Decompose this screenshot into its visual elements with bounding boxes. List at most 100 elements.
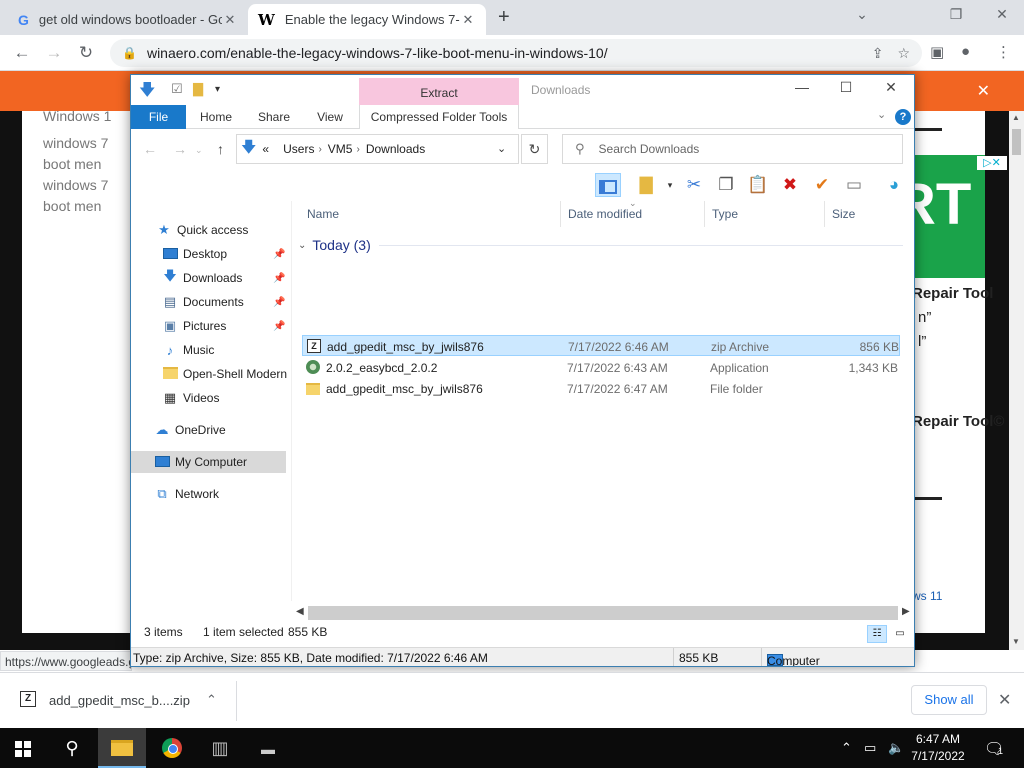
pin-icon[interactable]: 📌 (273, 297, 285, 308)
side-panel-icon[interactable]: ▣ (930, 43, 944, 61)
recent-locations-icon[interactable]: ⌄ (195, 145, 203, 156)
breadcrumb-separator-icon[interactable]: › (356, 144, 359, 155)
new-folder-dropdown-icon[interactable]: ▾ (657, 173, 683, 197)
delete-icon[interactable]: ✖ (777, 173, 803, 197)
scroll-left-icon[interactable]: ◀ (296, 606, 304, 617)
group-header-today[interactable]: ⌄ Today (3) (298, 237, 903, 253)
new-tab-button[interactable]: + (498, 6, 510, 29)
chevron-up-icon[interactable]: ⌃ (841, 740, 852, 756)
sidebar-item-open-shell[interactable]: Open-Shell Modern (131, 363, 291, 385)
taskbar-file-explorer[interactable] (98, 728, 146, 768)
new-folder-icon[interactable]: ▇ (193, 81, 203, 97)
system-clock[interactable]: 6:47 AM 7/17/2022 (900, 731, 976, 765)
search-input[interactable] (598, 142, 879, 156)
scroll-down-icon[interactable]: ▼ (1012, 637, 1020, 646)
scrollbar-thumb[interactable] (308, 606, 898, 620)
file-row[interactable]: Z add_gpedit_msc_by_jwils876 7/17/2022 6… (302, 335, 900, 356)
network-icon[interactable]: ▭ (864, 740, 876, 756)
taskbar-chrome[interactable] (148, 728, 196, 768)
sidebar-item-music[interactable]: ♪ Music (131, 339, 291, 361)
close-tab-icon[interactable]: ✕ (222, 12, 238, 28)
minimize-icon[interactable]: — (782, 79, 822, 95)
column-separator[interactable] (704, 201, 705, 227)
tab-file[interactable]: File (131, 105, 186, 129)
sidebar-item-videos[interactable]: ▦ Videos (131, 387, 291, 409)
column-separator[interactable] (560, 201, 561, 227)
cut-icon[interactable]: ✂ (681, 173, 707, 197)
expand-ribbon-icon[interactable]: ⌄ (877, 108, 886, 121)
taskbar-app[interactable]: ▥ (196, 728, 244, 768)
sidebar-item-documents[interactable]: ▤ Documents 📌 (131, 291, 291, 313)
breadcrumb-downloads[interactable]: Downloads (366, 142, 425, 156)
share-icon[interactable]: ⇪ (872, 45, 884, 62)
column-header-type[interactable]: Type (712, 207, 738, 221)
file-row[interactable]: 2.0.2_easybcd_2.0.2 7/17/2022 6:43 AM Ap… (302, 357, 900, 378)
tab-home[interactable]: Home (193, 105, 239, 129)
file-row[interactable]: add_gpedit_msc_by_jwils876 7/17/2022 6:4… (302, 378, 900, 399)
bookmark-star-icon[interactable]: ☆ (897, 45, 910, 62)
menu-kebab-icon[interactable]: ⋮ (996, 43, 1011, 61)
horizontal-scrollbar[interactable]: ◀ ▶ (294, 605, 914, 622)
scrollbar-thumb[interactable] (1012, 129, 1021, 155)
scroll-right-icon[interactable]: ▶ (902, 606, 910, 617)
sidebar-item-desktop[interactable]: Desktop 📌 (131, 243, 291, 265)
sidebar-item-network[interactable]: ⧉ Network (131, 483, 291, 505)
file-name[interactable]: 2.0.2_easybcd_2.0.2 (326, 361, 437, 375)
reload-button[interactable]: ↻ (74, 41, 98, 65)
path-bar[interactable]: 🡇 « Users › VM5 › Downloads ⌄ (236, 134, 519, 164)
sidebar-item-my-computer[interactable]: My Computer (131, 451, 286, 473)
breadcrumb-separator-icon[interactable]: › (318, 144, 321, 155)
properties-check-icon[interactable]: ✔ (809, 173, 835, 197)
pin-icon[interactable]: 📌 (273, 321, 285, 332)
chevron-up-icon[interactable]: ⌃ (206, 692, 217, 708)
explorer-title-bar[interactable]: 🡇 ☑ ▇ ▾ Extract Downloads — ☐ ✕ (131, 75, 914, 105)
new-folder-button[interactable]: ▇ (633, 173, 659, 197)
globe-icon[interactable]: ◕ (881, 173, 907, 197)
tab-search-icon[interactable]: ⌄ (842, 6, 882, 23)
search-icon[interactable]: ⚲ (48, 728, 96, 768)
url-text[interactable]: winaero.com/enable-the-legacy-windows-7-… (147, 45, 858, 61)
rename-icon[interactable]: ▭ (841, 173, 867, 197)
windows-start-icon[interactable] (15, 741, 31, 757)
address-bar[interactable]: 🔒 winaero.com/enable-the-legacy-windows-… (110, 39, 922, 67)
collapse-group-icon[interactable]: ⌄ (298, 240, 306, 251)
article-link[interactable]: ws 11 (912, 589, 942, 603)
file-explorer-window[interactable]: 🡇 ☑ ▇ ▾ Extract Downloads — ☐ ✕ File Hom… (130, 74, 915, 667)
details-view-icon[interactable]: ☷ (867, 625, 887, 643)
up-arrow-icon[interactable]: ↑ (217, 141, 224, 157)
scroll-up-icon[interactable]: ▲ (1012, 113, 1020, 122)
pin-icon[interactable]: 📌 (273, 249, 285, 260)
column-header-size[interactable]: Size (832, 207, 855, 221)
tab-compressed-folder-tools[interactable]: Compressed Folder Tools (359, 105, 519, 129)
close-shelf-icon[interactable]: ✕ (998, 690, 1011, 710)
sidebar-item-quick-access[interactable]: ★ Quick access (131, 219, 291, 241)
tab-view[interactable]: View (307, 105, 353, 129)
lock-icon[interactable]: 🔒 (122, 46, 137, 60)
refresh-button[interactable]: ↻ (521, 134, 548, 164)
column-separator[interactable] (824, 201, 825, 227)
zip-file-icon[interactable]: Z (20, 691, 36, 707)
sidebar-item-downloads[interactable]: 🡇 Downloads 📌 (131, 267, 291, 289)
close-banner-icon[interactable]: ✕ (977, 81, 990, 101)
column-header-date-modified[interactable]: Date modified (568, 207, 642, 221)
search-box[interactable]: ⚲ (562, 134, 903, 164)
tab-google-search[interactable]: G get old windows bootloader - Go ✕ (8, 4, 248, 35)
page-scrollbar[interactable]: ▲ ▼ (1009, 111, 1024, 650)
tab-share[interactable]: Share (251, 105, 297, 129)
layout-pane-button[interactable] (595, 173, 621, 197)
path-dropdown-icon[interactable]: ⌄ (497, 142, 506, 155)
close-icon[interactable]: ✕ (871, 79, 911, 96)
customize-qat-icon[interactable]: ▾ (215, 84, 220, 95)
close-tab-icon[interactable]: ✕ (460, 12, 476, 28)
pane-divider[interactable] (291, 201, 292, 601)
file-name[interactable]: add_gpedit_msc_by_jwils876 (326, 382, 483, 396)
paste-icon[interactable]: 📋 (745, 173, 771, 197)
properties-icon[interactable]: ☑ (171, 81, 183, 97)
restore-window-button[interactable]: ❐ (936, 6, 976, 23)
forward-button[interactable]: → (42, 41, 66, 65)
breadcrumb-users[interactable]: Users (283, 142, 314, 156)
help-icon[interactable]: ? (895, 109, 911, 125)
sidebar-item-onedrive[interactable]: ☁ OneDrive (131, 419, 291, 441)
taskbar-terminal[interactable]: ▬ (244, 728, 292, 768)
sidebar-item-pictures[interactable]: ▣ Pictures 📌 (131, 315, 291, 337)
